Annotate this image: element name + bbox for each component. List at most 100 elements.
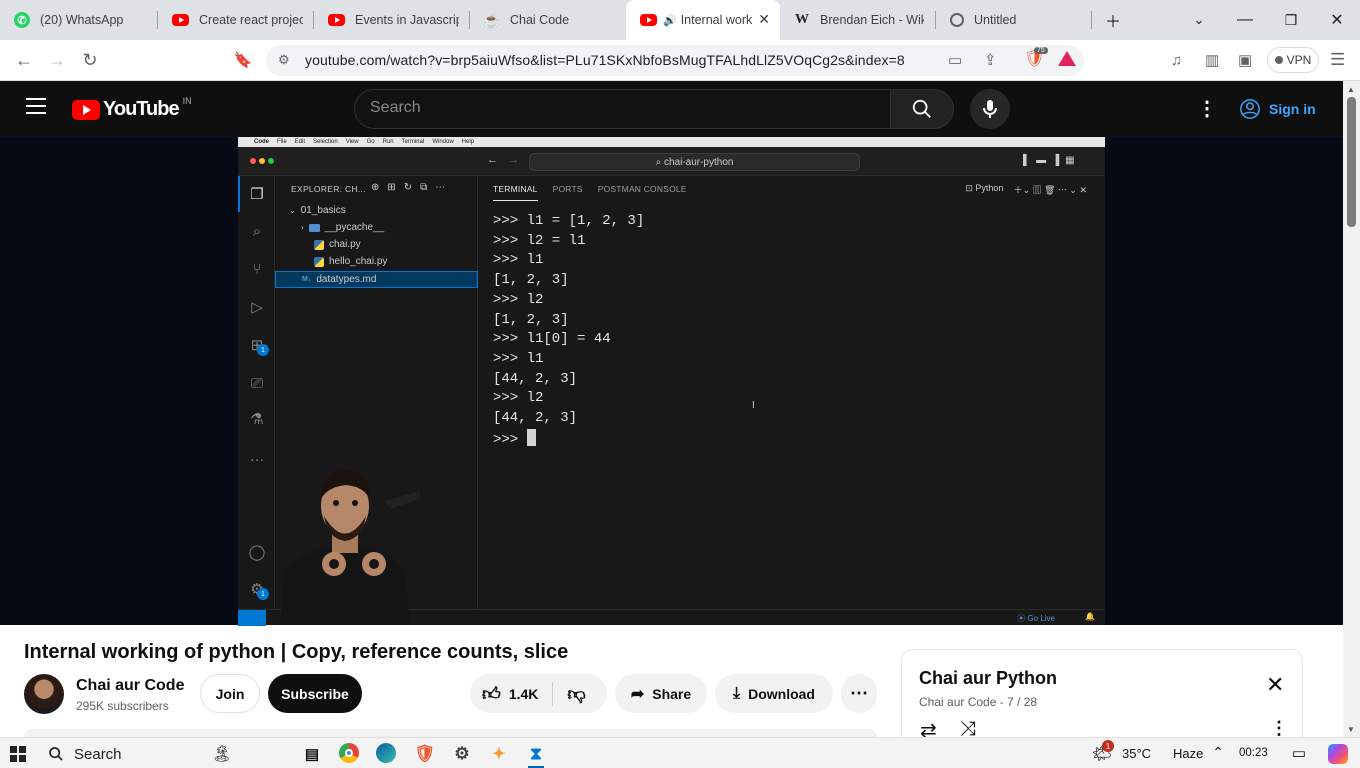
microphone-icon xyxy=(983,100,997,118)
share-label: Share xyxy=(652,685,692,702)
terminal-action-icons: ＋⌄ ▥ 🗑 ⋯ ⌄ ✕ xyxy=(1013,185,1087,195)
channel-name[interactable]: Chai aur Code xyxy=(76,677,184,695)
tab-internal-work[interactable]: 🔊 Internal work ✕ xyxy=(626,0,780,40)
copilot-icon[interactable] xyxy=(1328,744,1348,764)
notifications-icon[interactable]: ▭ xyxy=(1292,744,1306,762)
tab-search-chevron-icon[interactable]: ⌄ xyxy=(1176,0,1222,40)
explorer-actions-icons: ⊕⊞↻⧉⋯ xyxy=(371,182,454,193)
clock-time[interactable]: 00:23 xyxy=(1239,747,1273,759)
workspace-name: chai-aur-python xyxy=(663,156,734,168)
account-icon: ◯ xyxy=(248,544,266,561)
youtube-search-input[interactable] xyxy=(370,99,870,117)
voice-search-button[interactable] xyxy=(970,89,1010,129)
tab-chai-code[interactable]: ☕ Chai Code xyxy=(470,0,626,40)
paint-app-icon[interactable]: ✦ xyxy=(488,743,510,765)
whatsapp-icon: ✆ xyxy=(14,12,30,28)
restore-icon[interactable]: ❐ xyxy=(1268,0,1314,40)
playlist-title[interactable]: Chai aur Python xyxy=(919,668,1057,689)
tab-title: Internal work xyxy=(680,13,753,27)
new-tab-icon[interactable]: ＋ xyxy=(1090,0,1136,40)
tab-whatsapp[interactable]: ✆ (20) WhatsApp xyxy=(0,0,158,40)
extensions-badge: 1 xyxy=(257,344,269,356)
share-page-icon[interactable]: ⇪ xyxy=(984,51,997,69)
terminal-line: >>> l2 = l1 xyxy=(493,232,586,249)
like-count[interactable]: 1.4K xyxy=(509,686,539,702)
like-icon[interactable]: 👍︎ xyxy=(482,683,501,705)
settings-app-icon[interactable]: ⚙ xyxy=(451,743,473,765)
back-icon[interactable]: ← xyxy=(10,48,38,72)
minimize-icon[interactable]: — xyxy=(1222,0,1268,40)
scroll-down-icon[interactable]: ▼ xyxy=(1347,725,1355,734)
sidebar-icon[interactable]: ▥ xyxy=(1205,51,1219,69)
tab-title: Create react projects xyxy=(199,13,303,27)
mac-menu-item: Selection xyxy=(313,139,338,145)
guide-menu-icon[interactable] xyxy=(26,98,46,114)
panel-tab-postman: POSTMAN CONSOLE xyxy=(597,184,687,194)
vscode-app-icon[interactable]: ⧗ xyxy=(525,743,547,765)
remote-indicator xyxy=(238,610,266,626)
share-button[interactable]: ➦ Share xyxy=(615,674,707,713)
tab-create-react[interactable]: Create react projects xyxy=(158,0,314,40)
mac-menu-item: Edit xyxy=(294,139,306,145)
settings-badge: 1 xyxy=(257,588,269,600)
description-box[interactable] xyxy=(24,729,877,737)
search-highlight-icon: 🏝 xyxy=(211,746,232,763)
python-file-icon xyxy=(314,239,324,250)
brave-icon[interactable]: 🛡 xyxy=(414,743,436,765)
edge-icon[interactable] xyxy=(376,743,396,763)
youtube-icon xyxy=(640,14,657,26)
windows-taskbar: Search 🏝 ▤ 🛡 ⚙ ✦ ⧗ 🌤 1 35°C Haze ⌃ 00:23… xyxy=(0,737,1360,768)
tree-item-label: 01_basics xyxy=(300,205,346,216)
tab-untitled[interactable]: Untitled xyxy=(936,0,1092,40)
settings-dots-icon[interactable]: ⋮ xyxy=(1197,99,1217,119)
taskbar-search[interactable]: Search 🏝 xyxy=(42,741,232,767)
go-live: ⦿ Go Live xyxy=(1017,614,1055,623)
sign-in-button[interactable]: Sign in xyxy=(1239,92,1316,126)
tree-item-label: __pycache__ xyxy=(324,222,385,233)
chrome-icon[interactable] xyxy=(339,743,359,763)
tray-chevron-up-icon[interactable]: ⌃ xyxy=(1212,744,1224,761)
media-icon[interactable]: ♫ xyxy=(1171,52,1182,69)
bookmark-icon[interactable]: 🔖 xyxy=(229,48,257,72)
task-view-icon[interactable]: ▤ xyxy=(301,743,323,765)
video-player[interactable]: Code File Edit Selection View Go Run Ter… xyxy=(0,137,1343,626)
terminal-line: [1, 2, 3] xyxy=(493,311,569,328)
vpn-button[interactable]: VPN xyxy=(1267,47,1319,73)
sign-in-label: Sign in xyxy=(1269,101,1316,117)
scroll-up-icon[interactable]: ▲ xyxy=(1347,85,1355,94)
cast-icon[interactable]: ▭ xyxy=(948,51,962,69)
site-info-icon[interactable]: ⚙ xyxy=(278,52,290,68)
channel-avatar[interactable] xyxy=(24,674,64,714)
playlist-menu-icon[interactable]: ⋮ xyxy=(1270,718,1288,739)
tab-events-js[interactable]: Events in Javascript | xyxy=(314,0,470,40)
windows-start-icon[interactable] xyxy=(10,746,26,762)
wallet-icon[interactable]: ▣ xyxy=(1238,51,1252,69)
folder-icon xyxy=(308,223,320,232)
page-scrollbar[interactable]: ▲ ▼ xyxy=(1343,81,1360,737)
join-button[interactable]: Join xyxy=(200,674,260,713)
more-actions-button[interactable]: ⋯ xyxy=(841,674,877,713)
tree-item-label: chai.py xyxy=(329,239,361,250)
subscribe-button[interactable]: Subscribe xyxy=(268,674,362,713)
scrollbar-thumb[interactable] xyxy=(1347,97,1356,227)
close-tab-icon[interactable]: ✕ xyxy=(758,11,770,28)
close-window-icon[interactable]: ✕ xyxy=(1314,0,1360,40)
download-button[interactable]: ⤓ Download xyxy=(715,674,833,713)
tab-brendan-eich[interactable]: W Brendan Eich - Wikip xyxy=(780,0,936,40)
terminal-line: >>> l1[0] = 44 xyxy=(493,331,611,348)
youtube-logo[interactable]: YouTube IN xyxy=(72,96,192,121)
run-debug-icon: ▷ xyxy=(251,299,263,316)
close-playlist-icon[interactable]: ✕ xyxy=(1266,672,1284,698)
address-bar[interactable]: ⚙ youtube.com/watch?v=brp5aiuWfso&list=P… xyxy=(266,45,1084,76)
menu-icon[interactable]: ☰ xyxy=(1330,50,1345,70)
reload-icon[interactable]: ↻ xyxy=(76,48,104,72)
terminal-prompt: >>> xyxy=(493,431,527,448)
chevron-down-icon: ⌄ xyxy=(289,206,296,215)
explorer-icon: ❐ xyxy=(250,186,264,203)
presenter-image xyxy=(280,470,420,625)
dislike-icon[interactable]: 👎︎ xyxy=(567,683,585,705)
youtube-search-box[interactable] xyxy=(354,89,891,129)
brave-rewards-icon[interactable] xyxy=(1058,51,1076,66)
forward-icon[interactable]: → xyxy=(43,48,71,72)
search-button[interactable] xyxy=(890,89,954,129)
